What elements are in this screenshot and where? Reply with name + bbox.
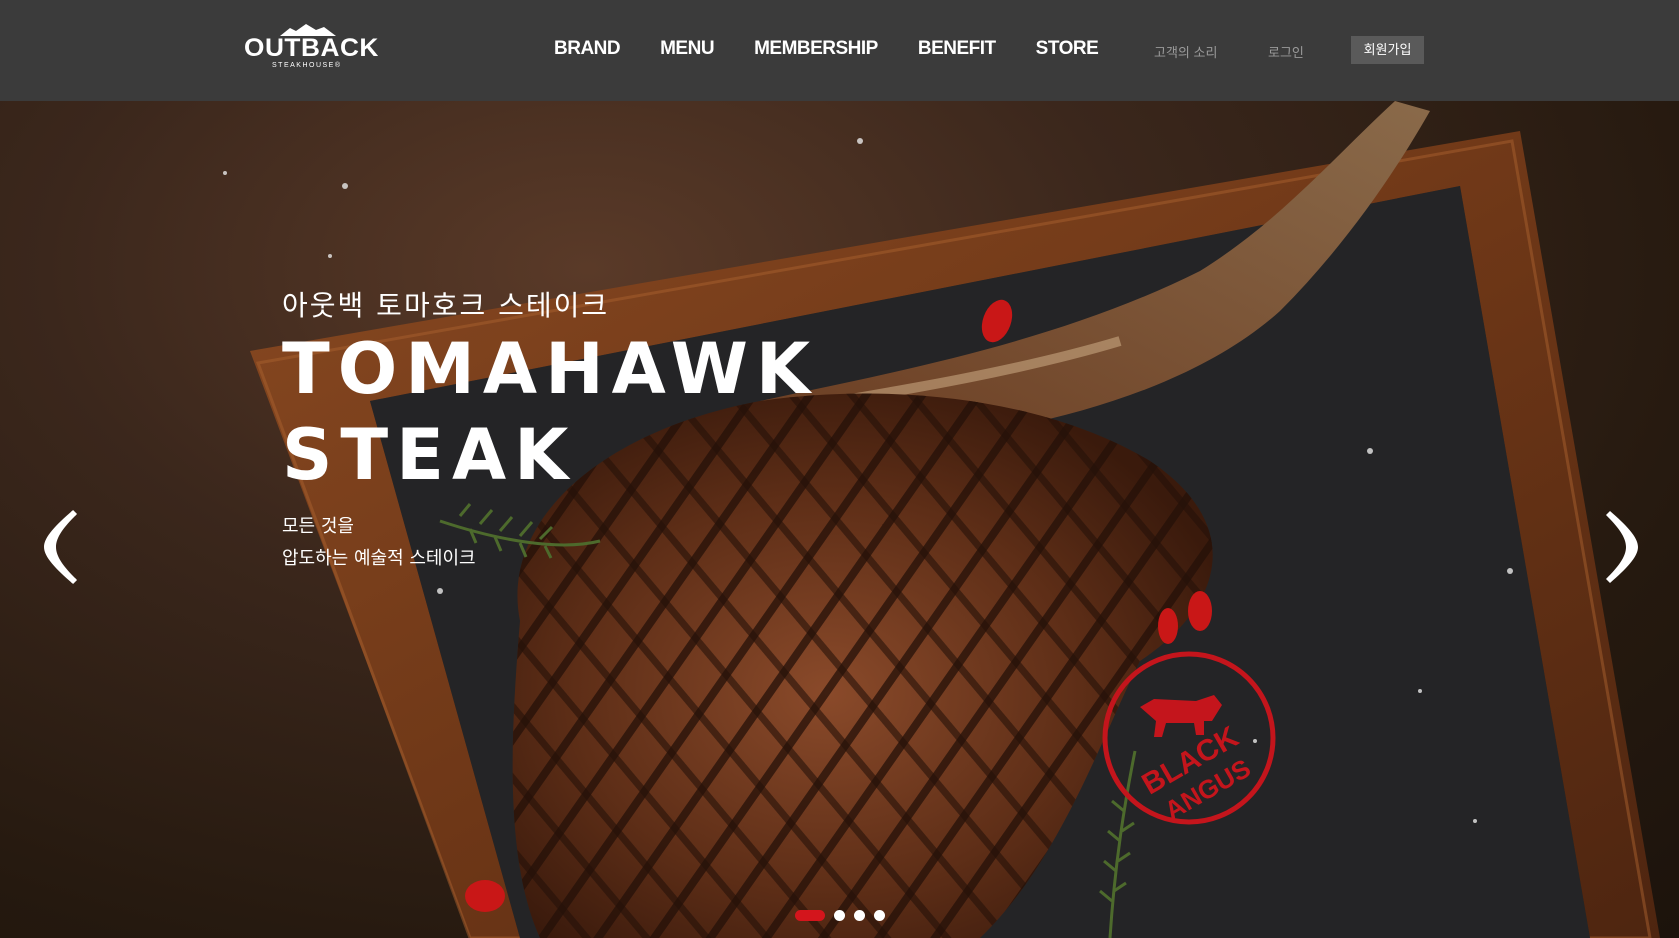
hero-subtitle-line-1: 모든 것을 <box>282 516 354 537</box>
hero-subtitle-line-2: 압도하는 예술적 스테이크 <box>282 548 476 569</box>
login-link[interactable]: 로그인 <box>1268 42 1304 61</box>
steak-hero-image <box>223 101 1660 938</box>
slide-dot-2[interactable] <box>834 910 845 921</box>
black-angus-badge: BLACK ANGUS <box>1102 651 1276 826</box>
customer-voice-link[interactable]: 고객의 소리 <box>1154 42 1217 61</box>
slider-pagination <box>795 910 894 921</box>
outback-logo[interactable]: OUTBACK STEAKHOUSE® <box>242 22 378 72</box>
nav-brand[interactable]: BRAND <box>554 38 621 60</box>
hero-korean-title: 아웃백 토마호크 스테이크 <box>282 289 610 322</box>
hero-title-line-1: TOMAHAWK <box>282 328 819 410</box>
nav-membership[interactable]: MEMBERSHIP <box>754 38 878 60</box>
slide-dot-4[interactable] <box>874 910 885 921</box>
slider-next-arrow-icon[interactable] <box>1602 507 1644 587</box>
join-button[interactable]: 회원가입 <box>1351 36 1424 64</box>
hero-english-title: TOMAHAWK STEAK <box>282 326 819 498</box>
top-header: OUTBACK STEAKHOUSE® BRAND MENU MEMBERSHI… <box>0 0 1679 101</box>
main-nav: BRAND MENU MEMBERSHIP BENEFIT STORE <box>554 38 1138 60</box>
slide-dot-1[interactable] <box>795 910 825 921</box>
logo-subtext: STEAKHOUSE® <box>272 62 342 69</box>
nav-menu[interactable]: MENU <box>660 38 714 60</box>
nav-store[interactable]: STORE <box>1036 38 1099 60</box>
hero-title-line-2: STEAK <box>282 414 577 496</box>
logo-wordmark: OUTBACK <box>244 34 379 62</box>
slider-prev-arrow-icon[interactable] <box>38 507 80 587</box>
nav-benefit[interactable]: BENEFIT <box>918 38 996 60</box>
slide-dot-3[interactable] <box>854 910 865 921</box>
hero-slider: BLACK ANGUS 아웃백 토마호크 스테이크 TOMAHAWK STEAK… <box>0 101 1679 938</box>
